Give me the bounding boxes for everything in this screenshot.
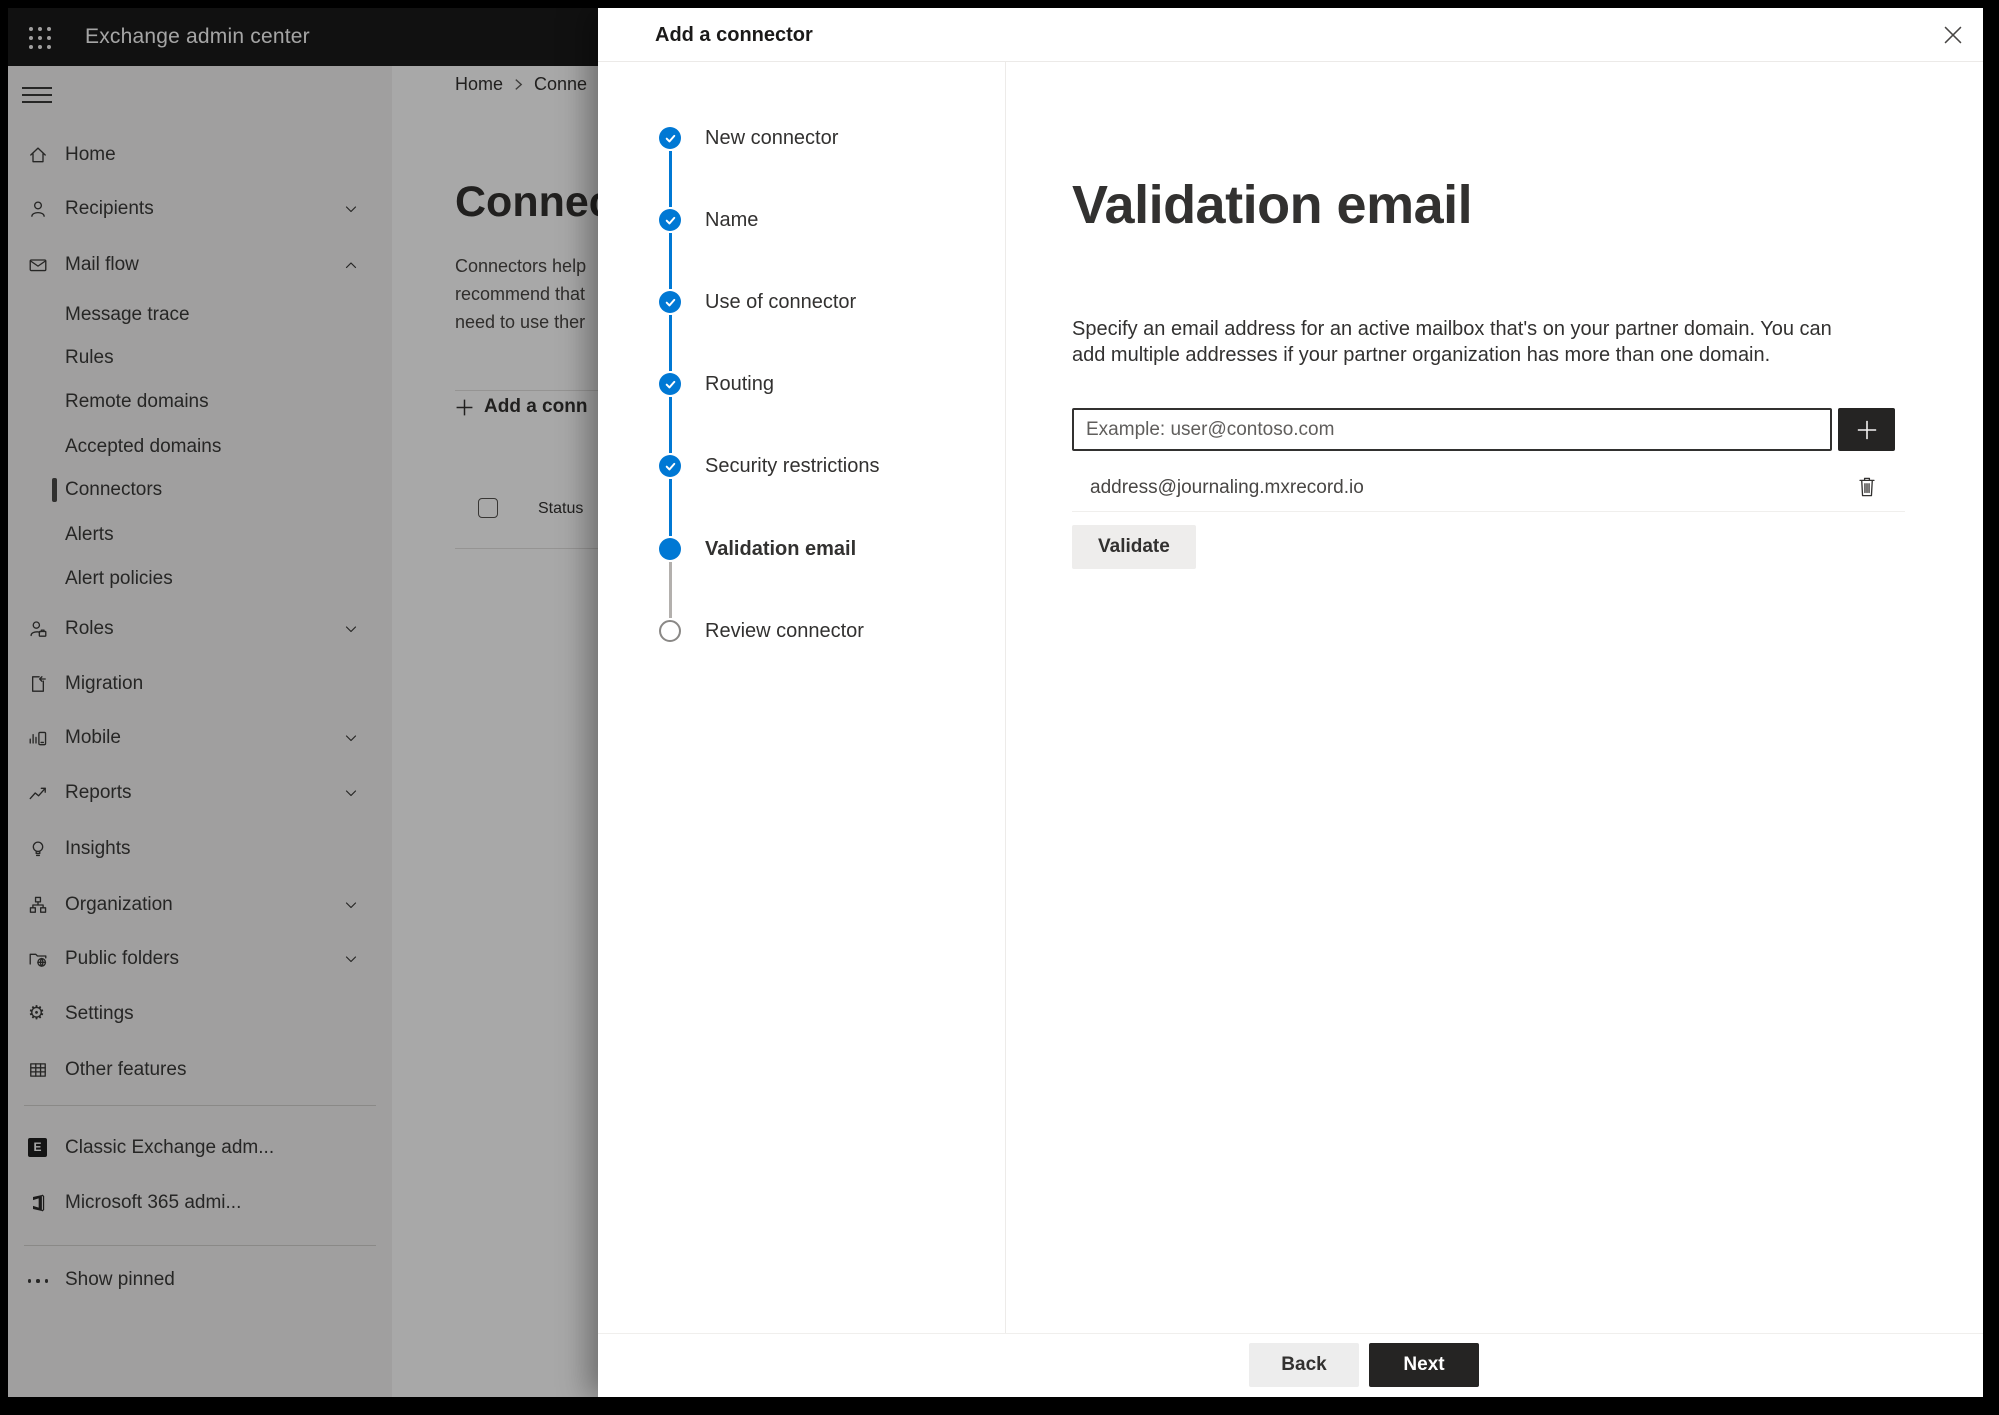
dialog-footer: Back Next bbox=[598, 1333, 1983, 1397]
step-label: Security restrictions bbox=[705, 455, 880, 477]
back-button[interactable]: Back bbox=[1249, 1343, 1359, 1387]
delete-address-button[interactable] bbox=[1855, 475, 1879, 501]
wizard-stepper: New connector Name Use of connector Rout… bbox=[598, 62, 1006, 1333]
validation-email-input[interactable] bbox=[1072, 408, 1832, 451]
step-name[interactable]: Name bbox=[598, 209, 1005, 253]
exchange-admin-app: Exchange admin center Home Recipients Ma… bbox=[8, 8, 1983, 1397]
step-new-connector[interactable]: New connector bbox=[598, 127, 1005, 171]
step-check-icon bbox=[659, 455, 681, 477]
close-icon[interactable] bbox=[1942, 24, 1964, 46]
add-connector-dialog: Add a connector New connector Name Use o… bbox=[598, 8, 1983, 1397]
plus-icon bbox=[1857, 420, 1876, 439]
step-use-of-connector[interactable]: Use of connector bbox=[598, 291, 1005, 335]
step-check-icon bbox=[659, 209, 681, 231]
validation-email-heading: Validation email bbox=[1072, 175, 1473, 235]
step-check-icon bbox=[659, 373, 681, 395]
trash-icon bbox=[1859, 477, 1875, 497]
email-address: address@journaling.mxrecord.io bbox=[1090, 477, 1364, 498]
validation-email-description: Specify an email address for an active m… bbox=[1072, 318, 1832, 366]
screenshot-frame: Exchange admin center Home Recipients Ma… bbox=[0, 0, 1999, 1415]
step-check-icon bbox=[659, 291, 681, 313]
email-address-row: address@journaling.mxrecord.io bbox=[1072, 464, 1905, 512]
dialog-title: Add a connector bbox=[655, 24, 813, 46]
step-label: Use of connector bbox=[705, 291, 857, 313]
step-security-restrictions[interactable]: Security restrictions bbox=[598, 455, 1005, 499]
step-label: Name bbox=[705, 209, 759, 231]
step-current-icon bbox=[659, 538, 681, 560]
step-review-connector[interactable]: Review connector bbox=[598, 620, 1005, 664]
step-todo-icon bbox=[659, 620, 681, 642]
validate-button[interactable]: Validate bbox=[1072, 525, 1196, 569]
step-label: New connector bbox=[705, 127, 839, 149]
add-email-button[interactable] bbox=[1838, 408, 1895, 451]
step-label: Review connector bbox=[705, 620, 864, 642]
step-label: Routing bbox=[705, 373, 774, 395]
step-check-icon bbox=[659, 127, 681, 149]
step-routing[interactable]: Routing bbox=[598, 373, 1005, 417]
step-validation-email[interactable]: Validation email bbox=[598, 538, 1005, 582]
dialog-header: Add a connector bbox=[598, 8, 1983, 62]
next-button[interactable]: Next bbox=[1369, 1343, 1479, 1387]
step-label: Validation email bbox=[705, 538, 857, 560]
